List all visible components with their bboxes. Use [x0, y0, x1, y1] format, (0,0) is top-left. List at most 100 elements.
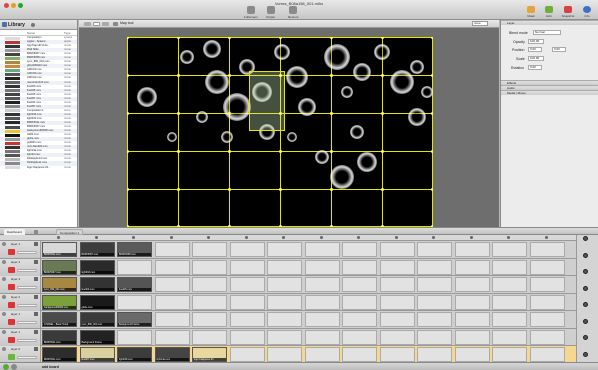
- grid-handle[interactable]: [228, 188, 231, 191]
- layer-opacity-slider[interactable]: [17, 356, 37, 359]
- clip-slot[interactable]: sync_890_001.mov: [79, 312, 115, 327]
- lock-icon[interactable]: [34, 347, 38, 351]
- empty-clip-slot[interactable]: [304, 277, 340, 292]
- clip-slot[interactable]: globe.mov: [79, 294, 115, 310]
- output-button[interactable]: Output: [266, 6, 275, 19]
- layer-solo-icon[interactable]: [583, 351, 588, 357]
- layer-solo-icon[interactable]: [583, 252, 588, 258]
- grid-handle[interactable]: [228, 74, 231, 77]
- column-trigger-icon[interactable]: [469, 236, 473, 239]
- layer-header[interactable]: layer 3: [0, 276, 41, 293]
- rotation-field[interactable]: 0.00: [528, 65, 542, 70]
- column-trigger-icon[interactable]: [94, 236, 98, 239]
- scale-field[interactable]: 100.00: [528, 56, 544, 61]
- grid-handle[interactable]: [127, 150, 129, 153]
- empty-clip-slot[interactable]: [154, 329, 190, 345]
- column-trigger-icon[interactable]: [169, 236, 173, 239]
- empty-clip-slot[interactable]: [342, 277, 377, 292]
- empty-clip-slot[interactable]: [492, 294, 527, 310]
- fit-icon[interactable]: [84, 22, 91, 26]
- empty-clip-slot[interactable]: [117, 259, 152, 275]
- grid-handle[interactable]: [431, 188, 433, 191]
- layer-header[interactable]: layer 4: [0, 258, 41, 276]
- layer-visibility-icon[interactable]: [2, 329, 6, 334]
- layer-solo-icon[interactable]: [583, 269, 588, 274]
- layer-opacity-slider[interactable]: [17, 303, 37, 307]
- grid-handle[interactable]: [228, 37, 231, 39]
- empty-clip-slot[interactable]: [529, 242, 565, 257]
- empty-clip-slot[interactable]: [267, 312, 302, 327]
- empty-clip-slot[interactable]: [267, 259, 302, 275]
- empty-clip-slot[interactable]: [229, 347, 265, 362]
- empty-clip-slot[interactable]: [304, 294, 340, 310]
- grid-handle[interactable]: [279, 74, 282, 77]
- layer-header[interactable]: layer 1: [0, 328, 41, 346]
- column-trigger-icon[interactable]: [394, 236, 398, 239]
- gear-icon[interactable]: [31, 23, 35, 27]
- layer-visibility-icon[interactable]: [2, 312, 6, 316]
- media-section-header[interactable]: Media | Movie: [501, 90, 598, 95]
- empty-clip-slot[interactable]: [492, 347, 527, 362]
- clip-slot[interactable]: BD0K5011.mov: [42, 242, 77, 257]
- layer-visibility-icon[interactable]: [2, 242, 6, 246]
- column-trigger-icon[interactable]: [357, 236, 360, 239]
- empty-clip-slot[interactable]: [192, 294, 227, 310]
- clip-slot[interactable]: light018.mov: [79, 259, 115, 275]
- layer-solo-icon[interactable]: [583, 335, 588, 340]
- fullscreen-button[interactable]: Fullscreen: [244, 6, 258, 19]
- empty-clip-slot[interactable]: [454, 312, 490, 327]
- empty-clip-slot[interactable]: [454, 294, 490, 310]
- empty-clip-slot[interactable]: [267, 329, 302, 345]
- empty-clip-slot[interactable]: [192, 259, 227, 275]
- empty-clip-slot[interactable]: [379, 277, 415, 292]
- grid-handle[interactable]: [330, 37, 333, 39]
- empty-clip-slot[interactable]: [417, 329, 452, 345]
- layer-visibility-icon[interactable]: [2, 294, 6, 299]
- grid-handle[interactable]: [279, 188, 282, 191]
- settings-icon[interactable]: [11, 364, 17, 370]
- empty-clip-slot[interactable]: [342, 242, 377, 257]
- empty-clip-slot[interactable]: [492, 259, 527, 275]
- empty-clip-slot[interactable]: [529, 347, 565, 362]
- empty-clip-slot[interactable]: [267, 242, 302, 257]
- empty-clip-slot[interactable]: [379, 329, 415, 345]
- empty-clip-slot[interactable]: [304, 259, 340, 275]
- clip-slot[interactable]: BD0K5067.mov: [79, 242, 115, 257]
- empty-clip-slot[interactable]: [379, 312, 415, 327]
- column-trigger-icon[interactable]: [282, 236, 285, 239]
- empty-clip-slot[interactable]: [304, 347, 340, 362]
- empty-clip-slot[interactable]: [154, 312, 190, 327]
- layer-opacity-slider[interactable]: [17, 286, 37, 289]
- empty-clip-slot[interactable]: [154, 259, 190, 275]
- grid-handle[interactable]: [381, 188, 384, 191]
- grid-icon[interactable]: [102, 22, 109, 26]
- grid-handle[interactable]: [431, 112, 433, 115]
- empty-clip-slot[interactable]: [154, 294, 190, 310]
- zoom-select[interactable]: none: [472, 21, 488, 26]
- empty-clip-slot[interactable]: [229, 277, 265, 292]
- empty-clip-slot[interactable]: [454, 347, 490, 362]
- layer-preview-icon[interactable]: [8, 249, 15, 255]
- restore-button[interactable]: Restore: [288, 6, 299, 19]
- clip-slot[interactable]: line000.mov: [79, 277, 115, 292]
- empty-clip-slot[interactable]: [192, 277, 227, 292]
- empty-clip-slot[interactable]: [117, 329, 152, 345]
- layer-opacity-slider[interactable]: [17, 268, 37, 272]
- grid-handle[interactable]: [431, 37, 433, 39]
- empty-clip-slot[interactable]: [267, 277, 302, 292]
- empty-clip-slot[interactable]: [492, 312, 527, 327]
- grid-handle[interactable]: [127, 37, 129, 39]
- clip-slot[interactable]: BD0K5068.mov: [117, 242, 152, 257]
- clip-slot[interactable]: BD0K5011.mov: [42, 329, 77, 345]
- grid-handle[interactable]: [279, 150, 282, 153]
- empty-clip-slot[interactable]: [229, 242, 265, 257]
- selection-rectangle[interactable]: [249, 71, 285, 131]
- empty-clip-slot[interactable]: [417, 294, 452, 310]
- layer-solo-icon[interactable]: [583, 285, 588, 291]
- lock-icon[interactable]: [34, 312, 38, 316]
- empty-clip-slot[interactable]: [417, 259, 452, 275]
- output-canvas[interactable]: [127, 37, 433, 227]
- grid-handle[interactable]: [330, 188, 333, 191]
- empty-clip-slot[interactable]: [267, 347, 302, 362]
- add-board-icon[interactable]: [3, 364, 9, 370]
